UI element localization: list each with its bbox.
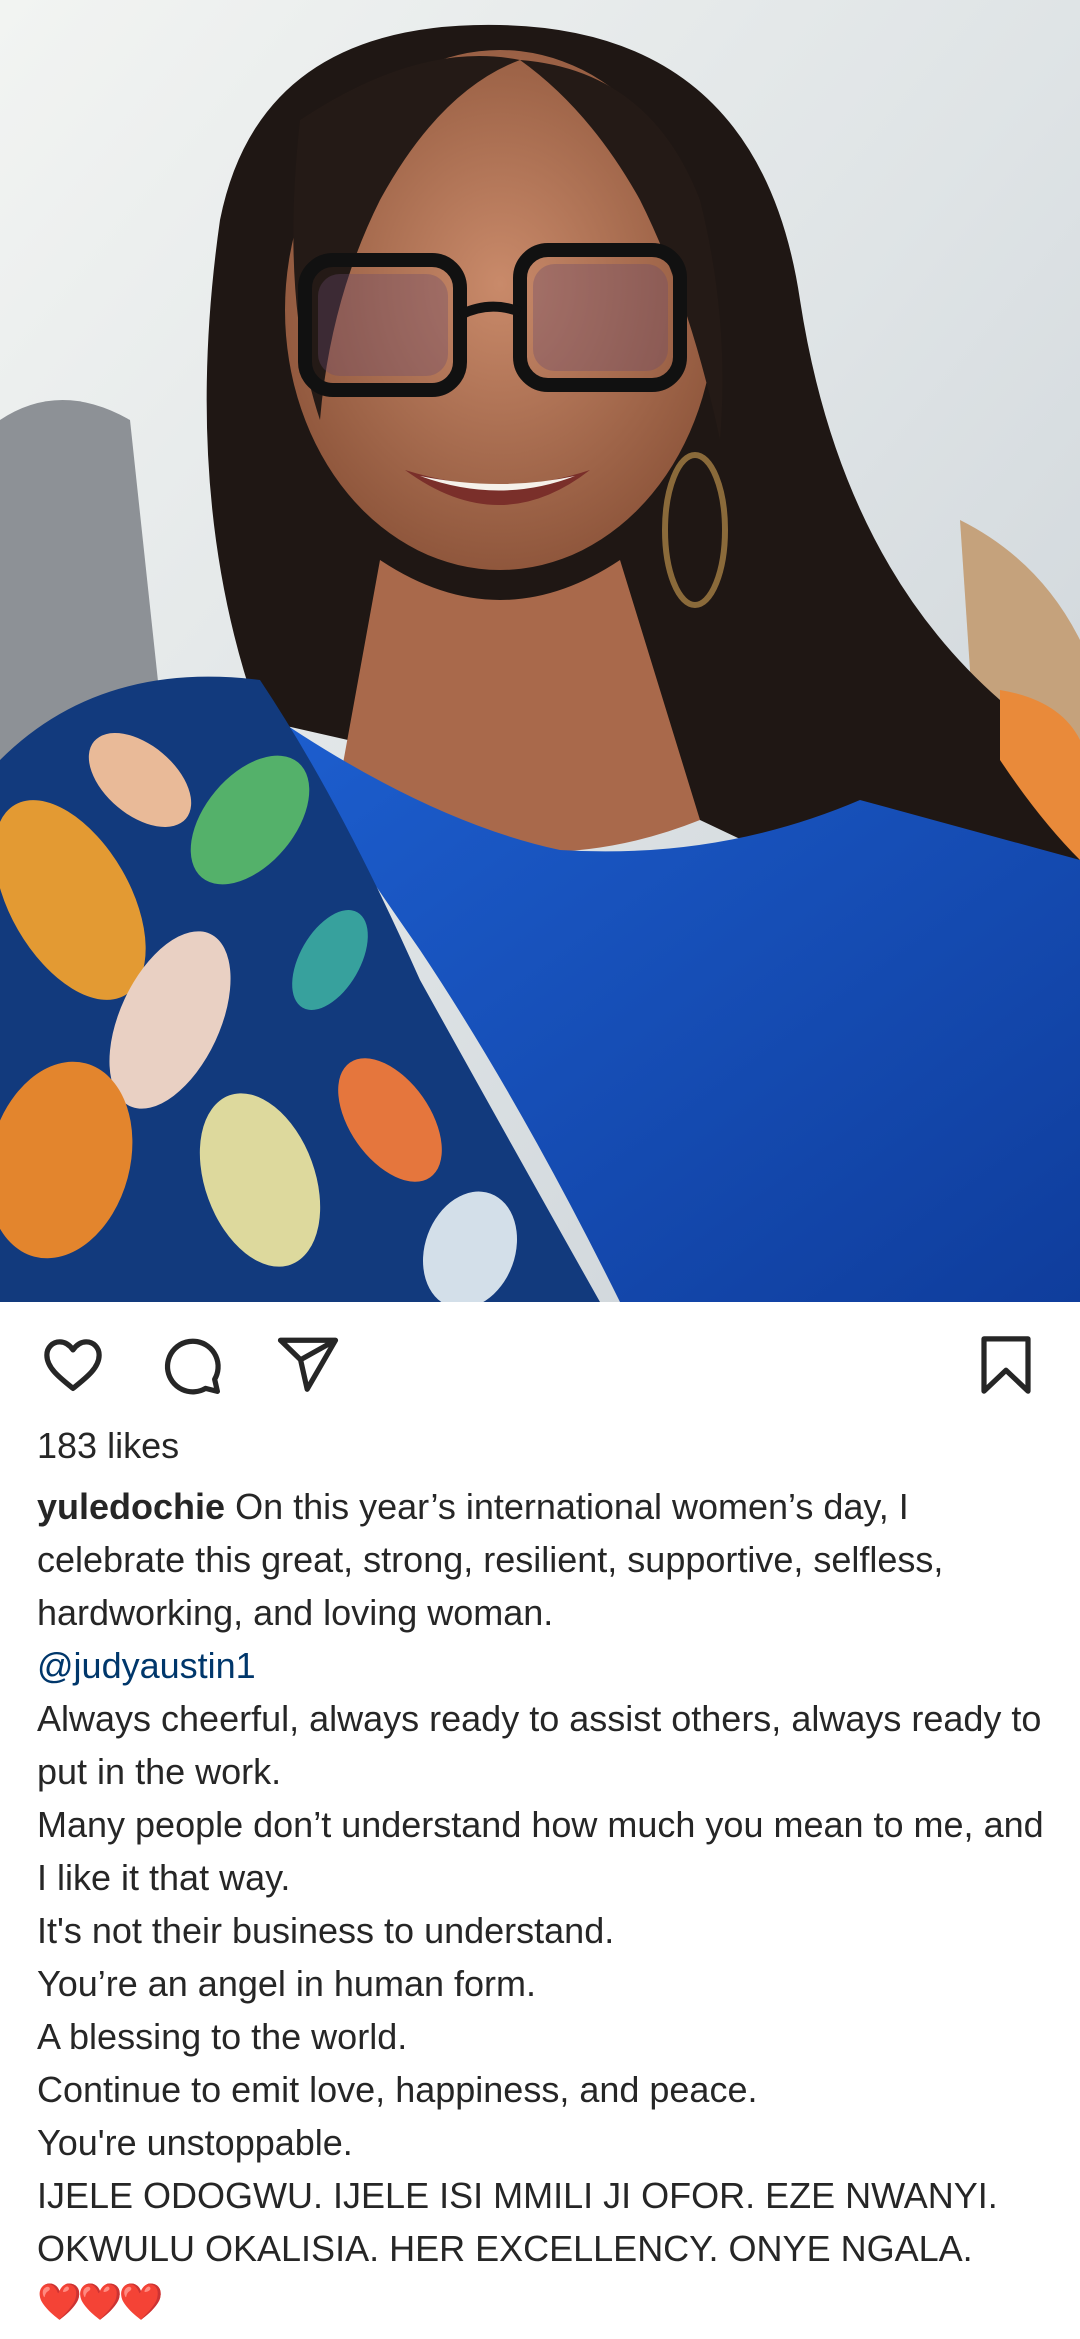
post-action-bar <box>0 1302 1080 1422</box>
like-svg <box>44 1339 102 1391</box>
caption-username[interactable]: yuledochie <box>37 1486 225 1527</box>
caption-line: A blessing to the world. <box>37 2016 408 2057</box>
bookmark-icon[interactable] <box>973 1332 1039 1398</box>
caption-line: You’re an angel in human form. <box>37 1963 536 2004</box>
heart-outline-icon[interactable] <box>40 1332 106 1398</box>
likes-count[interactable]: 183 likes <box>37 1424 179 1468</box>
save-svg <box>981 1336 1031 1394</box>
caption-line: You're unstoppable. <box>37 2122 353 2163</box>
share-svg <box>277 1337 339 1392</box>
comment-svg <box>164 1338 221 1395</box>
speech-bubble-icon[interactable] <box>158 1332 224 1398</box>
caption-line: Continue to emit love, happiness, and pe… <box>37 2069 758 2110</box>
photo-illustration <box>0 0 1080 1302</box>
post-caption: yuledochie On this year’s international … <box>37 1480 1047 2328</box>
hearts-emoji: ❤️❤️❤️ <box>37 2281 163 2322</box>
post-photo[interactable] <box>0 0 1080 1302</box>
caption-line: It's not their business to understand. <box>37 1910 615 1951</box>
caption-line: Always cheerful, always ready to assist … <box>37 1698 1042 1792</box>
caption-mention-line: @judyaustin1 <box>37 1639 1047 1692</box>
caption-intro: yuledochie On this year’s international … <box>37 1480 1047 1639</box>
mention-link[interactable]: @judyaustin1 <box>37 1645 256 1686</box>
caption-line: Many people don’t understand how much yo… <box>37 1804 1044 1898</box>
paper-plane-icon[interactable] <box>275 1332 341 1398</box>
caption-line: IJELE ODOGWU. IJELE ISI MMILI JI OFOR. E… <box>37 2175 998 2269</box>
